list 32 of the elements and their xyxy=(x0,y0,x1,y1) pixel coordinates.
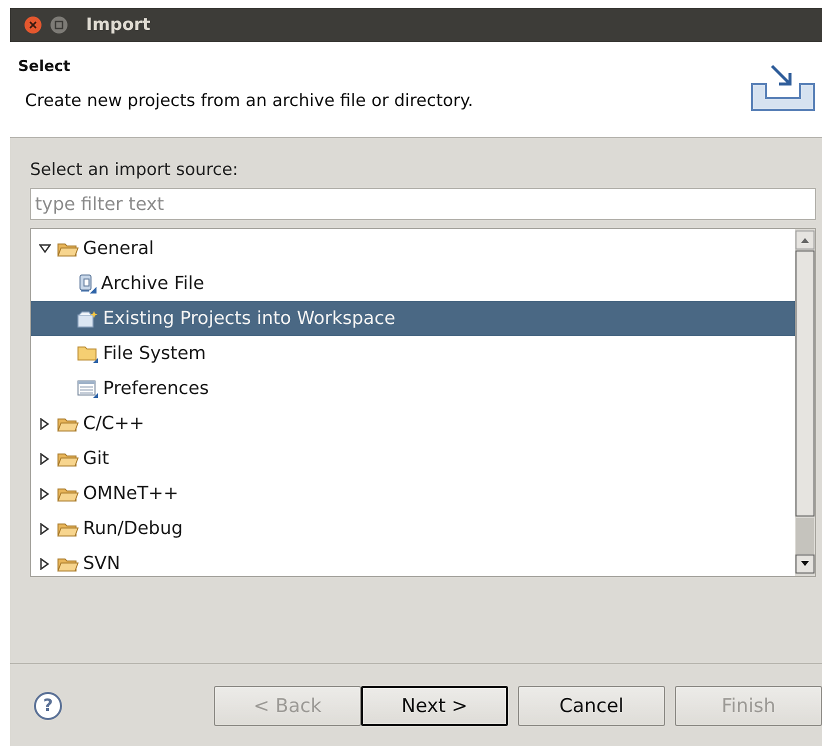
tree-item[interactable]: C/C++ xyxy=(31,406,795,441)
wizard-button[interactable]: Next > xyxy=(361,686,508,726)
maximize-icon[interactable] xyxy=(50,16,68,34)
collapse-arrow-icon[interactable] xyxy=(39,244,51,254)
tree-item[interactable]: SVN xyxy=(31,546,795,576)
scrollbar[interactable] xyxy=(795,229,815,576)
page-description: Create new projects from an archive file or directory. xyxy=(25,91,474,111)
tree-item[interactable]: Run/Debug xyxy=(31,511,795,546)
tree-item[interactable]: Preferences xyxy=(31,371,795,406)
expand-arrow-icon[interactable] xyxy=(40,558,50,570)
list-icon xyxy=(77,378,99,398)
tree-item[interactable]: Archive File xyxy=(31,266,795,301)
project-folder-icon xyxy=(77,310,99,328)
tree-item[interactable]: General xyxy=(31,231,795,266)
expand-arrow-icon[interactable] xyxy=(40,522,50,534)
import-tray-icon xyxy=(750,64,816,112)
wizard-button[interactable]: Cancel xyxy=(518,686,665,726)
window-title: Import xyxy=(86,15,150,35)
expand-arrow-icon[interactable] xyxy=(40,418,50,430)
import-source-label: Select an import source: xyxy=(30,160,238,180)
filter-field[interactable]: type filter text xyxy=(30,188,816,220)
close-icon[interactable] xyxy=(24,16,42,34)
help-button[interactable]: ? xyxy=(34,692,62,720)
tree-item[interactable]: OMNeT++ xyxy=(31,476,795,511)
expand-arrow-icon[interactable] xyxy=(40,488,50,500)
page-title: Select xyxy=(18,57,72,75)
tree-item[interactable]: Existing Projects into Workspace xyxy=(31,301,795,336)
archive-icon xyxy=(77,274,97,294)
tree-item[interactable]: Git xyxy=(31,441,795,476)
folder-icon xyxy=(77,344,99,364)
tree-item[interactable]: File System xyxy=(31,336,795,371)
expand-arrow-icon[interactable] xyxy=(40,452,50,464)
